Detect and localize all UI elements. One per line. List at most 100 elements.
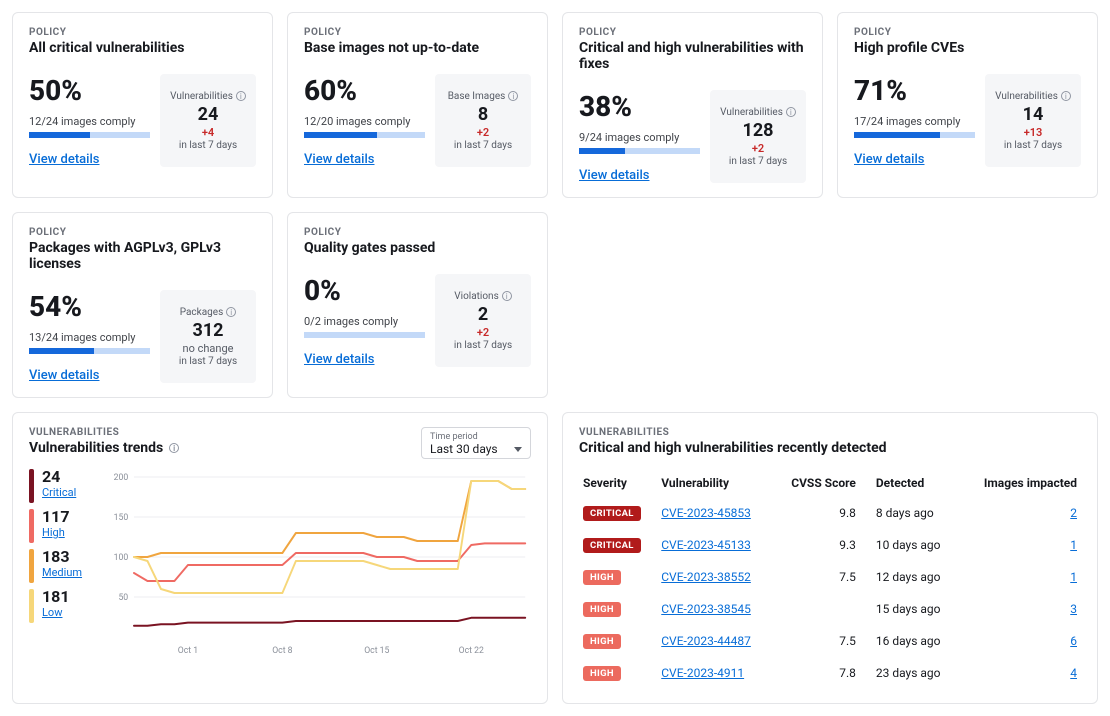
panel-title: Critical and high vulnerabilities recent…	[579, 440, 1081, 456]
policy-progress-fill	[854, 132, 940, 138]
metric-label: Vulnerabilities	[166, 91, 250, 102]
info-icon[interactable]	[508, 91, 518, 101]
metric-count: 24	[166, 104, 250, 125]
policy-metric-panel: Packages 312 no change in last 7 days	[160, 290, 256, 383]
view-details-link[interactable]: View details	[854, 152, 925, 167]
policy-card: POLICY Packages with AGPLv3, GPLv3 licen…	[12, 212, 273, 398]
info-icon[interactable]	[226, 307, 236, 317]
panel-title: Vulnerabilities trends	[29, 440, 179, 456]
images-impacted-link[interactable]: 6	[1070, 634, 1077, 648]
col-impacted: Images impacted	[961, 470, 1081, 497]
metric-label: Violations	[441, 291, 525, 302]
cve-link[interactable]: CVE-2023-44487	[661, 634, 751, 648]
metric-label: Base Images	[441, 91, 525, 102]
detected-value: 10 days ago	[860, 529, 961, 561]
metric-count: 2	[441, 304, 525, 325]
cve-link[interactable]: CVE-2023-4911	[661, 666, 744, 680]
legend-item: 181 Low	[29, 589, 99, 623]
metric-change: +2	[716, 142, 800, 155]
metric-period: in last 7 days	[441, 340, 525, 351]
policy-progress-fill	[29, 132, 90, 138]
svg-text:200: 200	[114, 473, 129, 483]
policy-progress	[304, 332, 425, 338]
policy-label: POLICY	[579, 27, 806, 38]
col-cvss: CVSS Score	[773, 470, 859, 497]
info-icon[interactable]	[236, 91, 246, 101]
legend-swatch	[29, 589, 34, 623]
time-period-select[interactable]: Time period Last 30 days	[421, 427, 531, 459]
metric-count: 8	[441, 104, 525, 125]
col-severity: Severity	[579, 470, 657, 497]
policy-comply-text: 13/24 images comply	[29, 331, 150, 344]
policy-card: POLICY Base images not up-to-date 60% 12…	[287, 12, 548, 198]
cvss-score	[773, 593, 859, 625]
policy-card: POLICY Critical and high vulnerabilities…	[562, 12, 823, 198]
metric-change: no change	[166, 342, 250, 355]
metric-period: in last 7 days	[166, 356, 250, 367]
info-icon[interactable]	[1061, 91, 1071, 101]
legend-count: 117	[42, 509, 70, 525]
view-details-link[interactable]: View details	[304, 352, 375, 367]
cve-link[interactable]: CVE-2023-45853	[661, 506, 751, 520]
cve-link[interactable]: CVE-2023-38552	[661, 570, 751, 584]
detected-value: 8 days ago	[860, 497, 961, 530]
view-details-link[interactable]: View details	[29, 152, 100, 167]
policy-metric-panel: Vulnerabilities 128 +2 in last 7 days	[710, 90, 806, 183]
cvss-score: 9.8	[773, 497, 859, 530]
metric-count: 312	[166, 320, 250, 341]
policy-comply-text: 9/24 images comply	[579, 131, 700, 144]
legend-count: 181	[42, 589, 70, 605]
severity-pill: CRITICAL	[583, 538, 641, 553]
table-row: HIGH CVE-2023-44487 7.5 16 days ago 6	[579, 625, 1081, 657]
view-details-link[interactable]: View details	[304, 152, 375, 167]
info-icon[interactable]	[786, 107, 796, 117]
policy-label: POLICY	[854, 27, 1081, 38]
detected-value: 16 days ago	[860, 625, 961, 657]
metric-label: Vulnerabilities	[991, 91, 1075, 102]
info-icon[interactable]	[169, 443, 179, 453]
legend-link[interactable]: Critical	[42, 486, 76, 499]
legend-swatch	[29, 549, 34, 583]
col-detected: Detected	[860, 470, 961, 497]
legend-link[interactable]: Medium	[42, 566, 82, 579]
images-impacted-link[interactable]: 1	[1070, 538, 1077, 552]
legend-link[interactable]: Low	[42, 606, 62, 619]
policy-metric-panel: Base Images 8 +2 in last 7 days	[435, 74, 531, 167]
legend-item: 24 Critical	[29, 469, 99, 503]
svg-text:Oct 1: Oct 1	[178, 646, 198, 656]
images-impacted-link[interactable]: 2	[1070, 506, 1077, 520]
svg-text:Oct 8: Oct 8	[272, 646, 292, 656]
policy-progress	[29, 132, 150, 138]
view-details-link[interactable]: View details	[579, 168, 650, 183]
policy-cards-grid: POLICY All critical vulnerabilities 50% …	[12, 12, 1098, 398]
cve-link[interactable]: CVE-2023-45133	[661, 538, 751, 552]
col-vulnerability: Vulnerability	[657, 470, 773, 497]
cvss-score: 7.8	[773, 657, 859, 689]
policy-percentage: 54%	[29, 290, 150, 323]
policy-comply-text: 17/24 images comply	[854, 115, 975, 128]
vulnerabilities-trends-panel: VULNERABILITIES Vulnerabilities trends T…	[12, 412, 548, 704]
images-impacted-link[interactable]: 4	[1070, 666, 1077, 680]
cvss-score: 7.5	[773, 625, 859, 657]
info-icon[interactable]	[502, 291, 512, 301]
policy-progress	[304, 132, 425, 138]
policy-comply-text: 12/24 images comply	[29, 115, 150, 128]
severity-pill: HIGH	[583, 602, 621, 617]
metric-period: in last 7 days	[166, 140, 250, 151]
chevron-down-icon	[514, 447, 522, 452]
policy-title: Packages with AGPLv3, GPLv3 licenses	[29, 240, 256, 272]
panel-label: VULNERABILITIES	[29, 427, 179, 438]
policy-comply-text: 12/20 images comply	[304, 115, 425, 128]
images-impacted-link[interactable]: 3	[1070, 602, 1077, 616]
cve-link[interactable]: CVE-2023-38545	[661, 602, 751, 616]
policy-percentage: 38%	[579, 90, 700, 123]
metric-period: in last 7 days	[716, 156, 800, 167]
policy-progress-fill	[579, 148, 625, 154]
svg-text:50: 50	[118, 593, 128, 603]
metric-label: Packages	[166, 307, 250, 318]
cvss-score: 9.3	[773, 529, 859, 561]
policy-metric-panel: Violations 2 +2 in last 7 days	[435, 274, 531, 367]
legend-link[interactable]: High	[42, 526, 65, 539]
view-details-link[interactable]: View details	[29, 368, 100, 383]
images-impacted-link[interactable]: 1	[1070, 570, 1077, 584]
